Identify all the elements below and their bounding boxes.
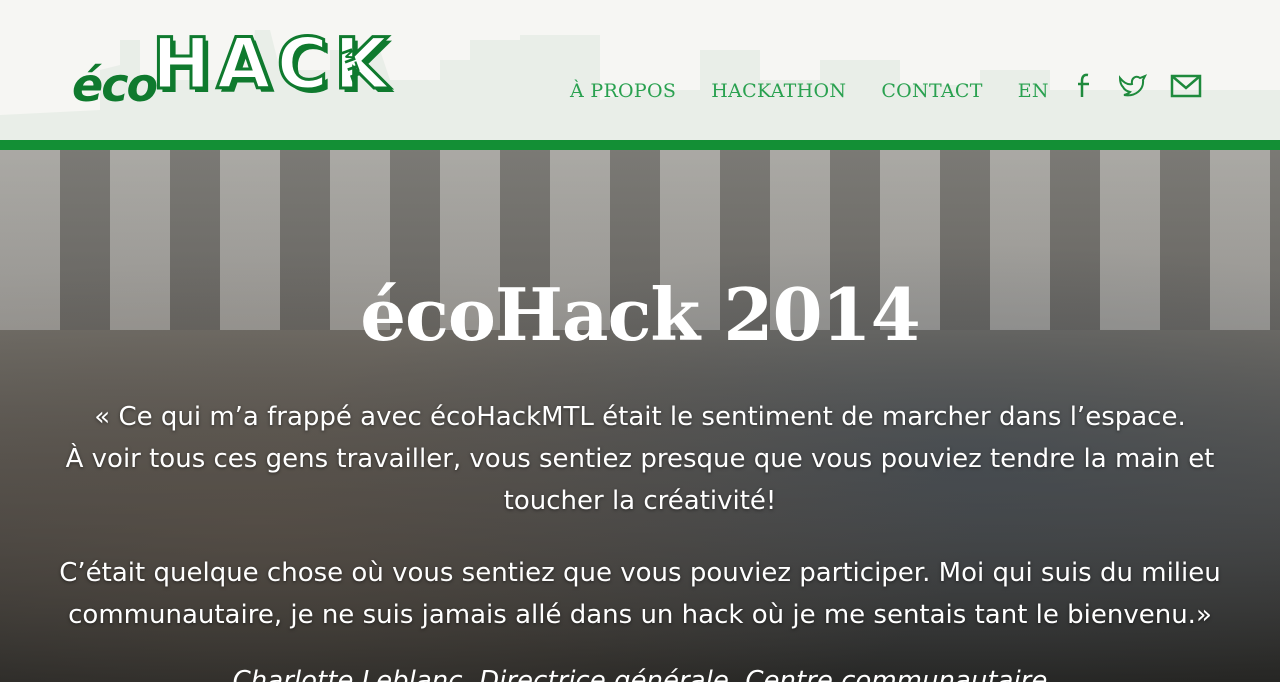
logo-eco-text: éco: [72, 58, 158, 112]
main-nav: À PROPOS HACKATHON CONTACT EN: [570, 80, 1084, 102]
quote-line: C’était quelque chose où vous sentiez qu…: [59, 558, 1221, 588]
quote-line: « Ce qui m’a frappé avec écoHackMTL étai…: [94, 402, 1186, 432]
quote-line: toucher la créativité!: [503, 486, 777, 516]
hero-title: écoHack 2014: [360, 272, 921, 357]
hero-section: écoHack 2014 « Ce qui m’a frappé avec éc…: [0, 150, 1280, 682]
quote-line: À voir tous ces gens travailler, vous se…: [65, 444, 1215, 474]
ecohack-logo[interactable]: éco HACK MTL: [72, 23, 392, 113]
facebook-icon[interactable]: [1074, 72, 1096, 100]
email-icon[interactable]: [1170, 74, 1202, 98]
twitter-icon[interactable]: [1118, 73, 1148, 99]
testimonial-quote-paragraph-1: « Ce qui m’a frappé avec écoHackMTL étai…: [0, 396, 1280, 522]
nav-language-en[interactable]: EN: [1018, 80, 1049, 102]
quote-line: communautaire, je ne suis jamais allé da…: [68, 600, 1212, 630]
header-accent-bar: [0, 140, 1280, 150]
nav-a-propos[interactable]: À PROPOS: [570, 80, 676, 102]
social-links: [1074, 72, 1202, 100]
testimonial-quote-paragraph-2: C’était quelque chose où vous sentiez qu…: [0, 552, 1280, 636]
nav-hackathon[interactable]: HACKATHON: [711, 80, 846, 102]
testimonial-author: Charlotte Leblanc, Directrice générale, …: [232, 666, 1048, 682]
site-header: éco HACK MTL À PROPOS HACKATHON CONTACT …: [0, 0, 1280, 140]
nav-contact[interactable]: CONTACT: [881, 80, 982, 102]
